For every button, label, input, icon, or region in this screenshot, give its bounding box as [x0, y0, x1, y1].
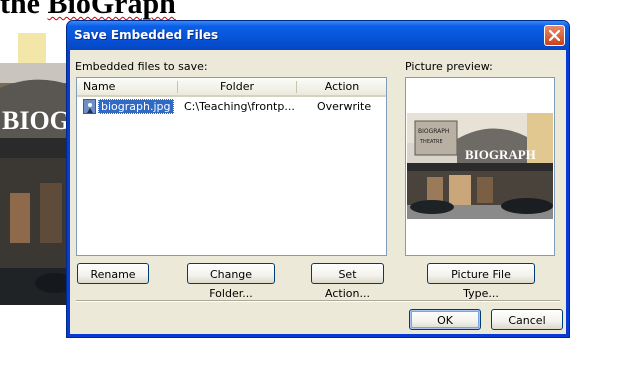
file-folder: C:\Teaching\frontp... [184, 100, 294, 113]
dialog-body: Embedded files to save: Picture preview:… [70, 50, 566, 334]
rename-button[interactable]: Rename [77, 263, 149, 284]
document-photo: BIOGI [0, 33, 70, 305]
file-action: Overwrite [317, 100, 372, 113]
svg-text:BIOGRAPH: BIOGRAPH [418, 128, 449, 135]
column-header-action[interactable]: Action [297, 78, 387, 95]
column-header-folder[interactable]: Folder [178, 78, 296, 95]
close-icon[interactable] [544, 25, 565, 46]
change-folder-button[interactable]: Change Folder... [187, 263, 275, 300]
picture-preview-label: Picture preview: [405, 60, 493, 73]
file-name: biograph.jpg [98, 99, 174, 114]
set-action-button[interactable]: Set Action... [311, 263, 384, 300]
svg-text:THEATRE: THEATRE [419, 139, 443, 145]
embedded-files-list[interactable]: Name Folder Action biograph.jpg C:\Teach… [76, 77, 387, 256]
save-embedded-files-dialog: Save Embedded Files Embedded files to sa… [66, 20, 570, 338]
file-name-cell[interactable]: biograph.jpg [83, 98, 174, 115]
document-heading: the BioGraph [0, 0, 176, 21]
svg-text:BIOGI: BIOGI [2, 106, 70, 135]
document-heading-prefix: the [0, 0, 48, 20]
table-row[interactable]: biograph.jpg C:\Teaching\frontp... Overw… [77, 98, 386, 115]
preview-image: BIOGRAPH THEATRE BIOGRAPH [407, 113, 553, 219]
image-file-icon [83, 99, 96, 114]
picture-file-type-button[interactable]: Picture File Type... [427, 263, 535, 300]
ok-button[interactable]: OK [409, 309, 481, 330]
svg-text:BIOGRAPH: BIOGRAPH [465, 147, 536, 162]
picture-preview: BIOGRAPH THEATRE BIOGRAPH [405, 77, 555, 256]
embedded-files-label: Embedded files to save: [75, 60, 208, 73]
document-heading-word: BioGraph [47, 0, 176, 20]
cancel-button[interactable]: Cancel [491, 309, 563, 330]
column-header-name[interactable]: Name [77, 78, 177, 95]
divider [76, 300, 560, 302]
dialog-title: Save Embedded Files [74, 28, 219, 42]
dialog-titlebar[interactable]: Save Embedded Files [67, 21, 569, 50]
list-header: Name Folder Action [77, 78, 386, 97]
